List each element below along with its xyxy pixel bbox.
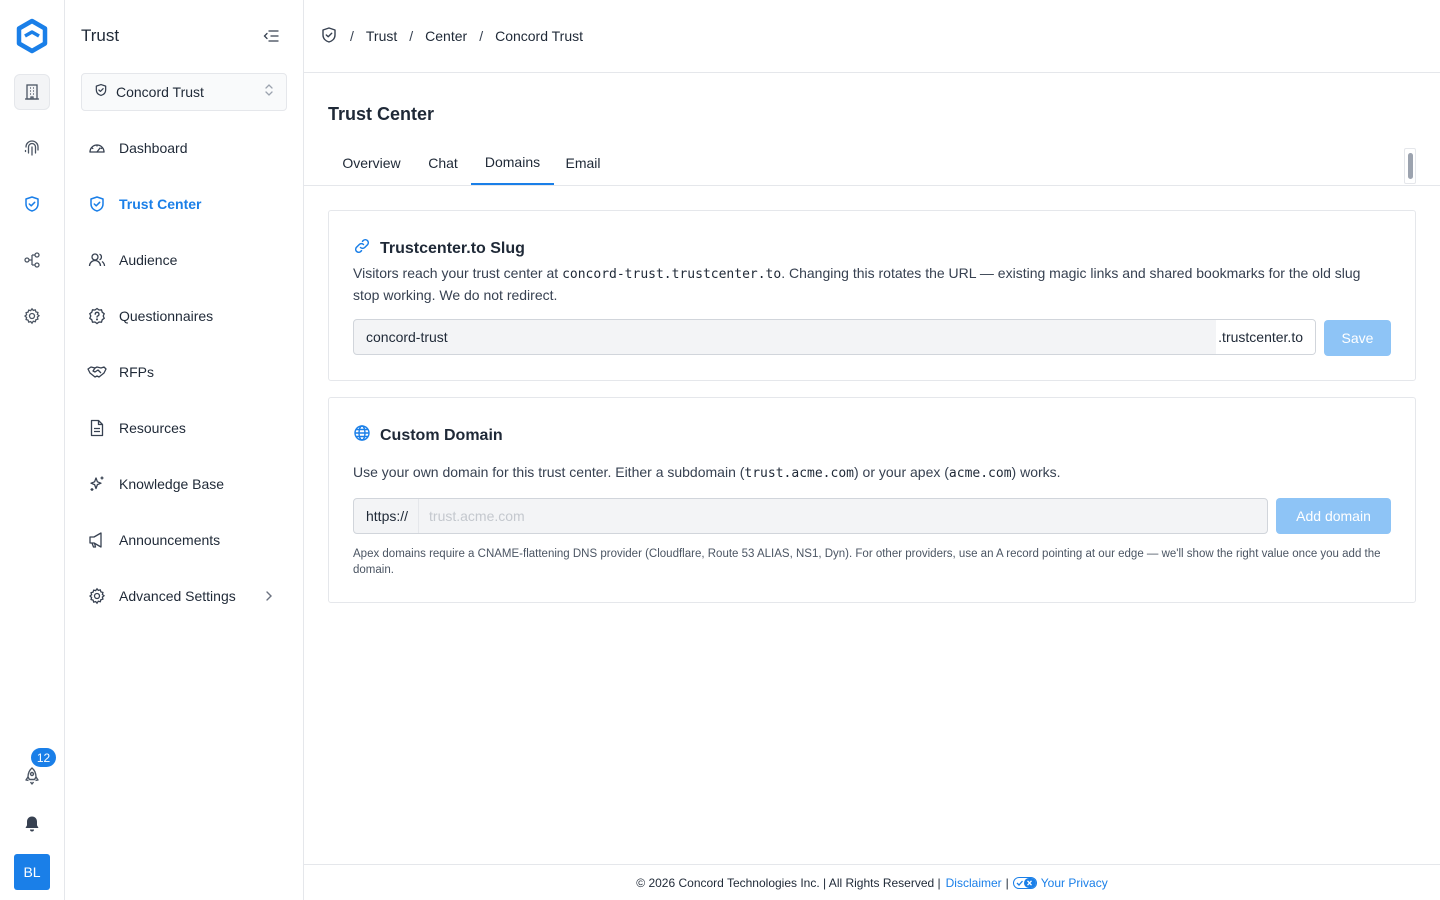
- bell-icon[interactable]: [14, 806, 50, 842]
- sidebar-item-dashboard[interactable]: Dashboard: [81, 128, 287, 168]
- building-icon[interactable]: [14, 74, 50, 110]
- sidebar: Trust Concord Trust Dashboard Trust Cent…: [65, 0, 304, 900]
- gear-icon[interactable]: [14, 298, 50, 334]
- sidebar-item-announcements[interactable]: Announcements: [81, 520, 287, 560]
- privacy-choices-icon: [1012, 876, 1037, 889]
- footer-copyright: © 2026 Concord Technologies Inc. | All R…: [636, 875, 941, 890]
- top-bar: / Trust / Center / Concord Trust: [304, 0, 1440, 73]
- disclaimer-link[interactable]: Disclaimer: [946, 876, 1002, 890]
- sidebar-item-label: Announcements: [119, 532, 221, 548]
- breadcrumb-concord-trust[interactable]: Concord Trust: [495, 28, 583, 44]
- slug-desc-text: Visitors reach your trust center at: [353, 265, 563, 281]
- sidebar-item-trust-center[interactable]: Trust Center: [81, 184, 287, 224]
- custom-domain-description: Use your own domain for this trust cente…: [353, 462, 1383, 484]
- shield-check-icon[interactable]: [14, 186, 50, 222]
- page-title: Trust Center: [328, 104, 435, 124]
- breadcrumb-center[interactable]: Center: [425, 28, 467, 44]
- domain-desc-text: ) works.: [1011, 464, 1061, 480]
- slug-field: concord-trust .trustcenter.to: [353, 319, 1316, 355]
- sidebar-item-label: Trust Center: [119, 196, 202, 212]
- dashboard-icon: [87, 138, 107, 158]
- app-logo-icon[interactable]: [14, 18, 50, 54]
- slug-suffix: .trustcenter.to: [1216, 320, 1315, 354]
- tab-overview[interactable]: Overview: [328, 140, 415, 185]
- breadcrumb-trust[interactable]: Trust: [366, 28, 397, 44]
- https-prefix: https://: [354, 499, 420, 533]
- custom-domain-card: Custom Domain Use your own domain for th…: [328, 397, 1416, 603]
- question-badge-icon: [87, 306, 107, 326]
- sidebar-item-rfps[interactable]: RFPs: [81, 352, 287, 392]
- domain-input[interactable]: [419, 499, 1267, 533]
- breadcrumb-separator: /: [479, 28, 484, 44]
- users-icon: [87, 250, 107, 270]
- chevron-right-icon: [259, 586, 279, 606]
- domain-desc-text: Use your own domain for this trust cente…: [353, 464, 745, 480]
- shield-check-icon[interactable]: [320, 26, 338, 47]
- custom-domain-header: Custom Domain: [353, 424, 503, 447]
- main-content: / Trust / Center / Concord Trust Trust C…: [304, 0, 1440, 900]
- privacy-link[interactable]: Your Privacy: [1041, 876, 1108, 890]
- sidebar-title: Trust: [81, 26, 120, 45]
- workflow-icon[interactable]: [14, 242, 50, 278]
- sidebar-item-label: Knowledge Base: [119, 476, 225, 492]
- sidebar-item-questionnaires[interactable]: Questionnaires: [81, 296, 287, 336]
- notification-count-badge: 12: [31, 748, 56, 767]
- sidebar-item-advanced-settings[interactable]: Advanced Settings: [81, 576, 287, 616]
- domain-desc-text: ) or your apex (: [853, 464, 949, 480]
- gear-icon: [87, 586, 107, 606]
- sidebar-item-label: Questionnaires: [119, 308, 214, 324]
- tab-chat[interactable]: Chat: [415, 140, 471, 185]
- sidebar-item-label: Resources: [119, 420, 186, 436]
- tabs-scrollbar[interactable]: [1404, 148, 1416, 184]
- sidebar-item-label: Audience: [119, 252, 178, 268]
- subdomain-example-code: trust.acme.com: [744, 466, 854, 481]
- sidebar-item-label: Dashboard: [119, 140, 188, 156]
- tab-email[interactable]: Email: [554, 140, 612, 185]
- icon-rail: 12 BL: [0, 0, 65, 900]
- shield-check-icon: [87, 194, 107, 214]
- breadcrumb-separator: /: [350, 28, 354, 44]
- save-button[interactable]: Save: [1324, 320, 1391, 356]
- footer-separator: |: [1005, 875, 1009, 890]
- slug-card: Trustcenter.to Slug Visitors reach your …: [328, 210, 1416, 381]
- slug-url-code: concord-trust.trustcenter.to: [562, 267, 782, 282]
- sidebar-item-label: RFPs: [119, 364, 154, 380]
- tab-bar: Overview Chat Domains Email: [304, 140, 1440, 186]
- custom-domain-title: Custom Domain: [380, 426, 503, 444]
- breadcrumb: / Trust / Center / Concord Trust: [320, 26, 583, 47]
- document-icon: [87, 418, 107, 438]
- user-avatar[interactable]: BL: [14, 854, 50, 890]
- globe-icon: [353, 424, 371, 447]
- org-selector-label: Concord Trust: [116, 84, 204, 100]
- sparkles-icon: [87, 474, 107, 494]
- tab-domains[interactable]: Domains: [471, 140, 554, 185]
- collapse-sidebar-icon[interactable]: [261, 26, 281, 46]
- handshake-icon: [87, 362, 107, 382]
- shield-check-icon: [94, 83, 108, 102]
- breadcrumb-separator: /: [409, 28, 414, 44]
- apex-domain-note: Apex domains require a CNAME-flattening …: [353, 548, 1381, 576]
- slug-card-header: Trustcenter.to Slug: [353, 237, 525, 260]
- fingerprint-icon[interactable]: [14, 130, 50, 166]
- slug-card-title: Trustcenter.to Slug: [380, 239, 525, 257]
- sidebar-item-audience[interactable]: Audience: [81, 240, 287, 280]
- slug-input[interactable]: concord-trust: [354, 329, 1216, 345]
- apex-example-code: acme.com: [948, 466, 1012, 481]
- add-domain-button[interactable]: Add domain: [1276, 498, 1391, 534]
- link-icon: [353, 237, 371, 260]
- chevron-up-down-icon: [264, 83, 274, 102]
- megaphone-icon: [87, 530, 107, 550]
- sidebar-item-label: Advanced Settings: [119, 588, 236, 604]
- footer: © 2026 Concord Technologies Inc. | All R…: [304, 864, 1440, 900]
- sidebar-item-knowledge-base[interactable]: Knowledge Base: [81, 464, 287, 504]
- domain-field: https://: [353, 498, 1268, 534]
- sidebar-item-resources[interactable]: Resources: [81, 408, 287, 448]
- slug-card-description: Visitors reach your trust center at conc…: [353, 263, 1383, 306]
- org-selector[interactable]: Concord Trust: [81, 73, 287, 111]
